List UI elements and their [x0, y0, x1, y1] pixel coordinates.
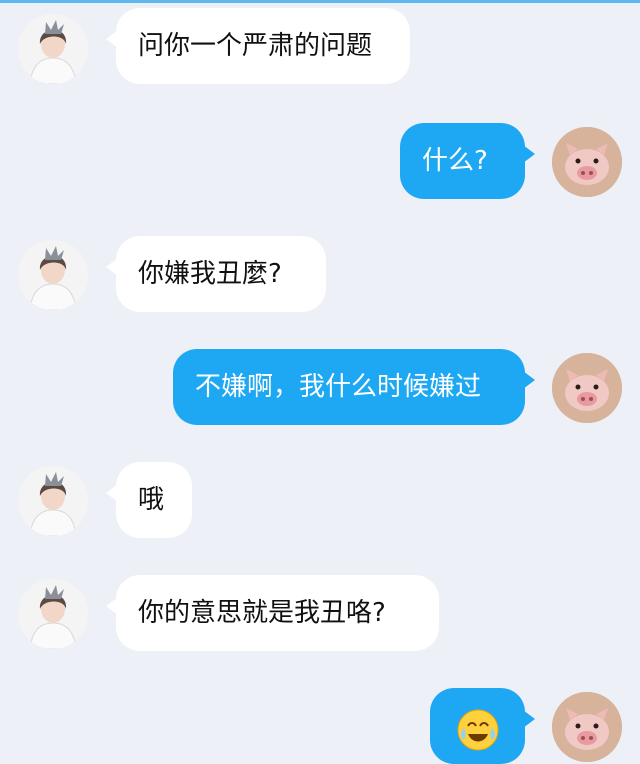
pig-avatar[interactable]	[552, 127, 622, 197]
message-text: 你嫌我丑麼?	[138, 259, 282, 289]
pig-avatar[interactable]	[552, 353, 622, 423]
message-text: 什么?	[422, 146, 488, 176]
top-edge-line	[0, 0, 640, 3]
incoming-message-bubble[interactable]: 你嫌我丑麼?	[106, 236, 326, 312]
pig-avatar[interactable]	[552, 692, 622, 762]
outgoing-message-bubble[interactable]	[430, 688, 535, 764]
message-text: 你的意思就是我丑咯?	[138, 598, 386, 628]
incoming-message-bubble[interactable]: 哦	[106, 462, 192, 538]
girl-avatar[interactable]	[18, 579, 88, 649]
message-text: 不嫌啊，我什么时候嫌过	[195, 372, 482, 402]
girl-avatar[interactable]	[18, 466, 88, 536]
incoming-message-bubble[interactable]: 问你一个严肃的问题	[106, 8, 410, 84]
girl-avatar[interactable]	[18, 14, 88, 84]
message-text: 问你一个严肃的问题	[138, 31, 373, 61]
incoming-message-bubble[interactable]: 你的意思就是我丑咯?	[106, 575, 439, 651]
message-text: 哦	[138, 485, 165, 515]
outgoing-message-bubble[interactable]: 不嫌啊，我什么时候嫌过	[173, 349, 535, 425]
girl-avatar[interactable]	[18, 240, 88, 310]
outgoing-message-bubble[interactable]: 什么?	[400, 123, 535, 199]
